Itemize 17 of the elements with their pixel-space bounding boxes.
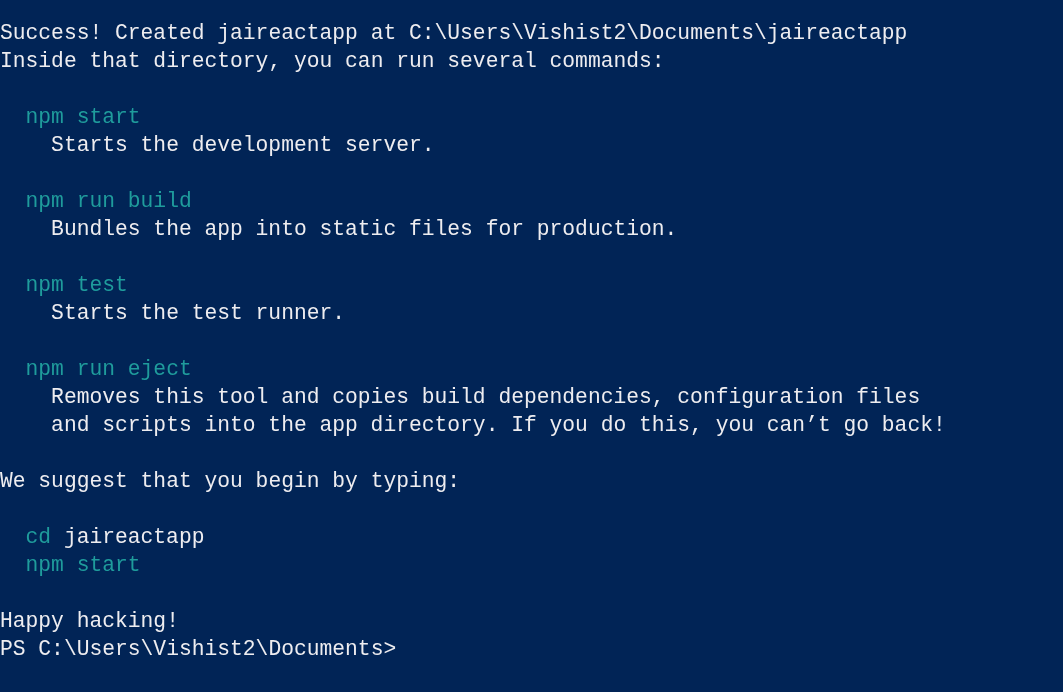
output-text: PS C:\Users\Vishist2\Documents> [0, 636, 397, 663]
output-text: and scripts into the app directory. If you do this, you can’t go back! [51, 412, 946, 439]
output-text: Starts the test runner. [51, 300, 346, 327]
output-text: Happy hacking! [0, 608, 179, 635]
output-text: Success! Created jaireactapp at C:\Users\Vishist2\Documents\jaireactapp [0, 20, 908, 47]
command-text: npm start [25, 552, 141, 579]
output-text: Inside that directory, you can run several commands: [0, 48, 665, 75]
output-text: We suggest that you begin by typing: [0, 468, 461, 495]
output-text: Bundles the app into static files for production. [51, 216, 678, 243]
output-text: Removes this tool and copies build dependencies, configuration files [51, 384, 921, 411]
output-text: Starts the development server. [51, 132, 435, 159]
command-text: cd [25, 524, 52, 551]
output-text: jaireactapp [63, 524, 205, 551]
command-text: npm test [25, 272, 128, 299]
command-text: npm run eject [25, 356, 192, 383]
command-text: npm start [25, 104, 141, 131]
command-text: npm run build [25, 188, 192, 215]
